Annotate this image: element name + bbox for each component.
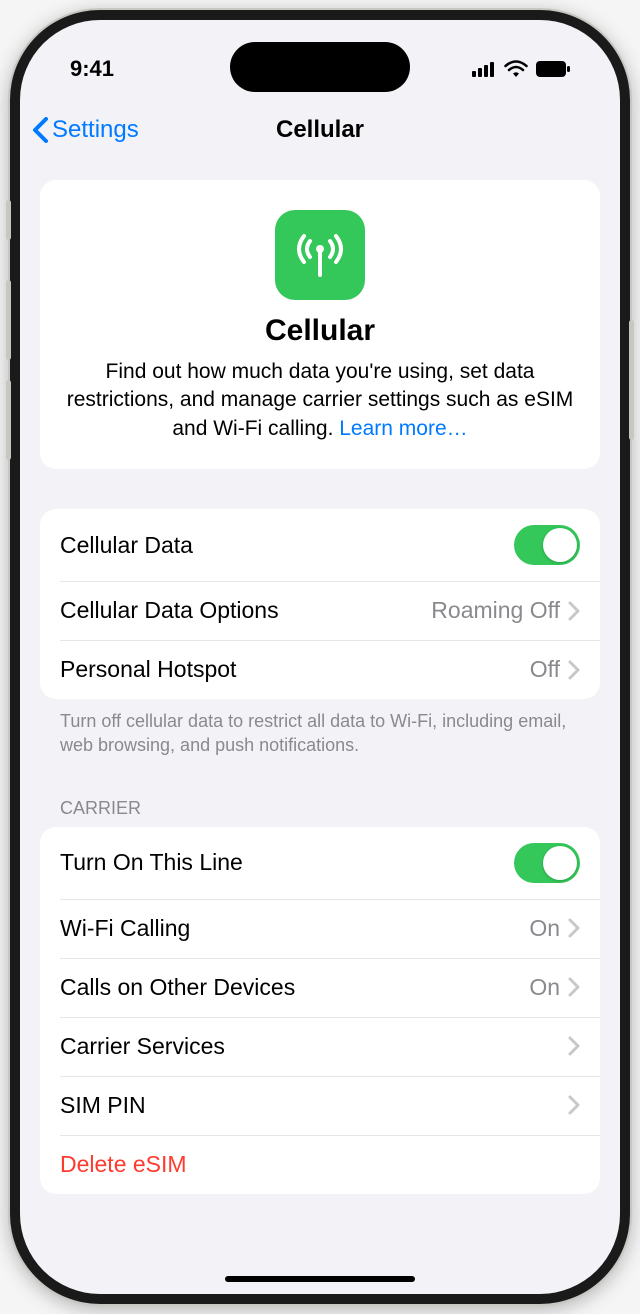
row-value: On bbox=[529, 974, 560, 1001]
row-value: Roaming Off bbox=[431, 597, 560, 624]
delete-esim-row[interactable]: Delete eSIM bbox=[40, 1135, 600, 1194]
power-button bbox=[629, 320, 634, 440]
row-label: Turn On This Line bbox=[60, 849, 514, 876]
row-value: On bbox=[529, 915, 560, 942]
back-label: Settings bbox=[52, 116, 139, 144]
chevron-right-icon bbox=[568, 660, 580, 680]
wifi-icon bbox=[504, 60, 528, 78]
scroll-area[interactable]: Cellular Find out how much data you're u… bbox=[20, 180, 620, 1194]
sim-pin-row[interactable]: SIM PIN bbox=[40, 1076, 600, 1135]
cellular-data-options-row[interactable]: Cellular Data Options Roaming Off bbox=[40, 581, 600, 640]
content-area: Settings Cellular bbox=[20, 100, 620, 1294]
cellular-data-toggle[interactable] bbox=[514, 525, 580, 565]
row-label: Cellular Data bbox=[60, 532, 514, 559]
back-button[interactable]: Settings bbox=[32, 116, 139, 144]
antenna-icon bbox=[292, 227, 348, 283]
carrier-section: CARRIER Turn On This Line Wi-Fi Calling … bbox=[40, 798, 600, 1194]
battery-icon bbox=[536, 61, 570, 77]
cellular-signal-icon bbox=[472, 61, 496, 77]
cellular-app-icon bbox=[275, 210, 365, 300]
status-time: 9:41 bbox=[70, 56, 114, 82]
calls-other-devices-row[interactable]: Calls on Other Devices On bbox=[40, 958, 600, 1017]
cellular-data-row[interactable]: Cellular Data bbox=[40, 509, 600, 581]
chevron-right-icon bbox=[568, 601, 580, 621]
section-footer: Turn off cellular data to restrict all d… bbox=[40, 699, 600, 758]
data-group: Cellular Data Cellular Data Options Roam… bbox=[40, 509, 600, 699]
carrier-group: Turn On This Line Wi-Fi Calling On Calls… bbox=[40, 827, 600, 1194]
page-title: Cellular bbox=[276, 116, 364, 144]
data-section: Cellular Data Cellular Data Options Roam… bbox=[40, 509, 600, 758]
volume-down-button bbox=[6, 380, 11, 460]
chevron-right-icon bbox=[568, 977, 580, 997]
section-header: CARRIER bbox=[40, 798, 600, 827]
turn-on-line-toggle[interactable] bbox=[514, 843, 580, 883]
row-value: Off bbox=[530, 656, 560, 683]
hero-description: Find out how much data you're using, set… bbox=[60, 358, 580, 443]
row-label: Cellular Data Options bbox=[60, 597, 431, 624]
chevron-right-icon bbox=[568, 1036, 580, 1056]
wifi-calling-row[interactable]: Wi-Fi Calling On bbox=[40, 899, 600, 958]
chevron-right-icon bbox=[568, 1095, 580, 1115]
chevron-right-icon bbox=[568, 918, 580, 938]
row-label: SIM PIN bbox=[60, 1092, 568, 1119]
status-icons bbox=[472, 60, 570, 78]
volume-up-button bbox=[6, 280, 11, 360]
home-indicator[interactable] bbox=[225, 1276, 415, 1282]
row-label: Personal Hotspot bbox=[60, 656, 530, 683]
hero-title: Cellular bbox=[60, 314, 580, 348]
personal-hotspot-row[interactable]: Personal Hotspot Off bbox=[40, 640, 600, 699]
screen: 9:41 Settings Cellular bbox=[20, 20, 620, 1294]
hero-desc-text: Find out how much data you're using, set… bbox=[67, 360, 574, 440]
turn-on-line-row[interactable]: Turn On This Line bbox=[40, 827, 600, 899]
silence-switch bbox=[6, 200, 11, 240]
learn-more-link[interactable]: Learn more… bbox=[339, 417, 467, 440]
dynamic-island bbox=[230, 42, 410, 92]
nav-bar: Settings Cellular bbox=[20, 100, 620, 160]
row-label: Calls on Other Devices bbox=[60, 974, 529, 1001]
hero-card: Cellular Find out how much data you're u… bbox=[40, 180, 600, 469]
row-label: Delete eSIM bbox=[60, 1151, 580, 1178]
row-label: Wi-Fi Calling bbox=[60, 915, 529, 942]
carrier-services-row[interactable]: Carrier Services bbox=[40, 1017, 600, 1076]
phone-frame: 9:41 Settings Cellular bbox=[10, 10, 630, 1304]
chevron-left-icon bbox=[32, 117, 48, 143]
row-label: Carrier Services bbox=[60, 1033, 568, 1060]
